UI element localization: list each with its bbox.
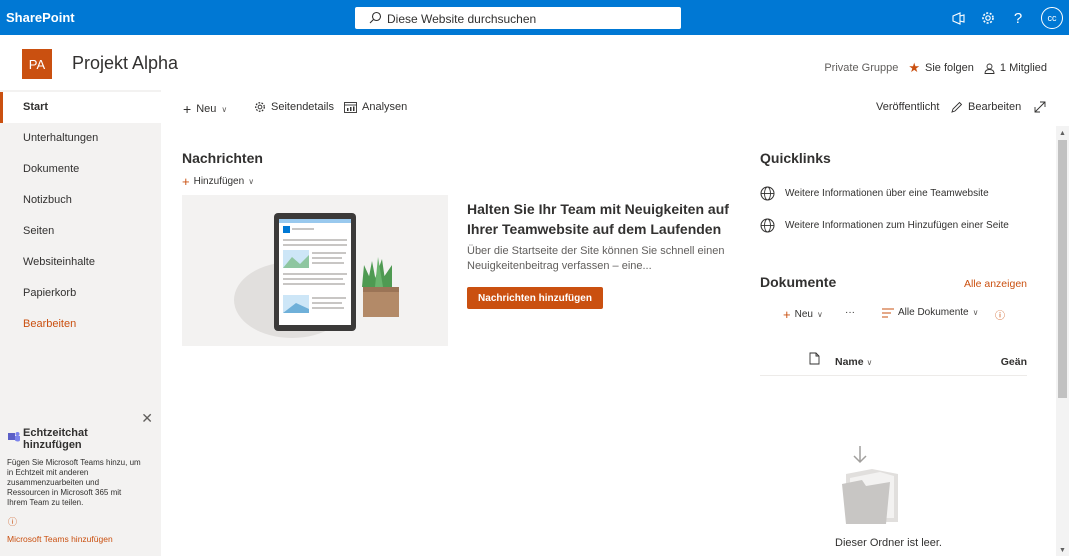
news-section-title: Nachrichten: [182, 150, 263, 166]
site-title[interactable]: Projekt Alpha: [72, 53, 178, 74]
follow-button[interactable]: ★ Sie folgen: [908, 60, 974, 76]
nav-item-pages[interactable]: Seiten: [0, 216, 161, 247]
info-icon[interactable]: ⓘ: [8, 515, 17, 528]
page-scrollbar[interactable]: ▲ ▼: [1056, 126, 1069, 556]
add-teams-link[interactable]: Microsoft Teams hinzufügen: [7, 534, 113, 544]
chevron-down-icon: ∨: [221, 104, 228, 114]
person-icon: [984, 63, 995, 74]
view-label: Alle Dokumente: [898, 307, 969, 318]
members-label: 1 Mitglied: [999, 62, 1047, 74]
group-type: Private Gruppe: [824, 62, 899, 74]
quicklinks-title: Quicklinks: [760, 150, 831, 166]
suite-bar: SharePoint Diese Website durchsuchen ? c…: [0, 0, 1069, 35]
news-illustration: [182, 195, 448, 346]
nav-item-start[interactable]: Start: [0, 92, 161, 123]
nav-item-documents[interactable]: Dokumente: [0, 154, 161, 185]
column-name-label: Name: [835, 356, 864, 368]
pencil-icon: [951, 101, 963, 113]
search-icon: [369, 11, 382, 24]
nav-edit-link[interactable]: Bearbeiten: [0, 309, 161, 340]
megaphone-icon[interactable]: [943, 5, 973, 31]
scrollbar-thumb[interactable]: [1058, 140, 1067, 398]
follow-label: Sie folgen: [924, 62, 974, 74]
site-info: Private Gruppe ★ Sie folgen 1 Mitglied: [824, 60, 1047, 76]
teams-promo: ✕ Echtzeitchat hinzufügen Fügen Sie Micr…: [0, 405, 161, 556]
close-icon[interactable]: ✕: [141, 410, 153, 427]
quicklink-label: Weitere Informationen zum Hinzufügen ein…: [785, 220, 1009, 231]
edit-page-button[interactable]: Bearbeiten: [951, 101, 1021, 113]
new-button[interactable]: + Neu ∨: [183, 101, 227, 117]
column-name[interactable]: Name ∨: [835, 356, 872, 368]
site-logo[interactable]: PA: [22, 49, 52, 79]
star-icon: ★: [908, 60, 920, 75]
command-bar: + Neu ∨ Seitendetails Analysen Veröffent…: [161, 90, 1056, 126]
analytics-icon: [344, 101, 357, 113]
nav-item-notebook[interactable]: Notizbuch: [0, 185, 161, 216]
news-headline: Halten Sie Ihr Team mit Neuigkeiten auf …: [467, 201, 729, 237]
plus-icon: +: [182, 174, 190, 189]
chevron-down-icon: ∨: [248, 177, 255, 186]
news-add-label: Hinzufügen: [193, 176, 245, 187]
info-icon[interactable]: ⓘ: [995, 307, 1005, 322]
quicklink-label: Weitere Informationen über eine Teamwebs…: [785, 188, 989, 199]
teams-promo-description: Fügen Sie Microsoft Teams hinzu, um in E…: [7, 458, 141, 507]
news-add-button[interactable]: + Hinzufügen ∨: [182, 174, 254, 189]
teams-icon: [8, 431, 20, 451]
teams-title-line2: hinzufügen: [23, 439, 82, 451]
nav-item-recycle-bin[interactable]: Papierkorb: [0, 278, 161, 309]
more-options-button[interactable]: ···: [845, 307, 855, 318]
help-label: ?: [1013, 9, 1023, 27]
globe-icon: [760, 186, 775, 201]
search-placeholder: Diese Website durchsuchen: [387, 12, 537, 26]
file-type-icon: [809, 352, 820, 365]
empty-folder-illustration: [842, 444, 902, 529]
user-initials: cc: [1047, 13, 1057, 23]
quicklink-item[interactable]: Weitere Informationen zum Hinzufügen ein…: [760, 218, 1009, 233]
filter-lines-icon: [882, 308, 894, 317]
view-selector[interactable]: Alle Dokumente ∨: [882, 307, 978, 318]
new-label: Neu: [196, 103, 217, 115]
news-body: Über die Startseite der Site können Sie …: [467, 245, 725, 272]
analytics-label: Analysen: [362, 101, 408, 113]
expand-icon[interactable]: [1034, 101, 1046, 113]
documents-new-button[interactable]: + Neu ∨: [783, 307, 823, 322]
nav-item-site-contents[interactable]: Websiteinhalte: [0, 247, 161, 278]
documents-column-header: Name ∨ Geän: [760, 346, 1027, 376]
scroll-down-icon[interactable]: ▼: [1059, 547, 1066, 554]
help-icon[interactable]: ?: [1003, 5, 1033, 31]
user-avatar[interactable]: cc: [1041, 7, 1063, 29]
members-button[interactable]: 1 Mitglied: [984, 62, 1047, 74]
search-box[interactable]: Diese Website durchsuchen: [355, 7, 681, 29]
column-modified[interactable]: Geän: [1001, 356, 1027, 368]
page-details-label: Seitendetails: [271, 101, 334, 113]
documents-new-label: Neu: [794, 309, 813, 320]
plus-icon: +: [783, 307, 791, 322]
site-header: PA Projekt Alpha Private Gruppe ★ Sie fo…: [0, 35, 1069, 90]
documents-title: Dokumente: [760, 274, 837, 290]
teams-promo-title: Echtzeitchat hinzufügen: [8, 427, 88, 451]
nav-item-conversations[interactable]: Unterhaltungen: [0, 123, 161, 154]
empty-folder-message: Dieser Ordner ist leer.: [835, 537, 942, 549]
status-label: Veröffentlicht: [876, 101, 940, 113]
publish-status: Veröffentlicht: [876, 101, 939, 113]
plus-icon: +: [183, 101, 192, 117]
chevron-down-icon: ∨: [866, 358, 873, 367]
quicklink-item[interactable]: Weitere Informationen über eine Teamwebs…: [760, 186, 989, 201]
gear-icon[interactable]: [973, 5, 1003, 31]
scroll-up-icon[interactable]: ▲: [1059, 130, 1066, 137]
page-details-button[interactable]: Seitendetails: [254, 101, 334, 113]
more-label: ···: [845, 307, 855, 318]
gear-icon: [255, 102, 265, 112]
chevron-down-icon: ∨: [972, 308, 979, 317]
chevron-down-icon: ∨: [816, 310, 823, 319]
see-all-link[interactable]: Alle anzeigen: [964, 278, 1027, 290]
edit-page-label: Bearbeiten: [968, 101, 1022, 113]
teams-title-line1: Echtzeitchat: [23, 427, 88, 439]
globe-icon: [760, 218, 775, 233]
site-logo-initials: PA: [28, 56, 46, 72]
analytics-button[interactable]: Analysen: [344, 101, 407, 113]
app-brand[interactable]: SharePoint: [6, 10, 75, 25]
add-news-button[interactable]: Nachrichten hinzufügen: [467, 287, 603, 309]
